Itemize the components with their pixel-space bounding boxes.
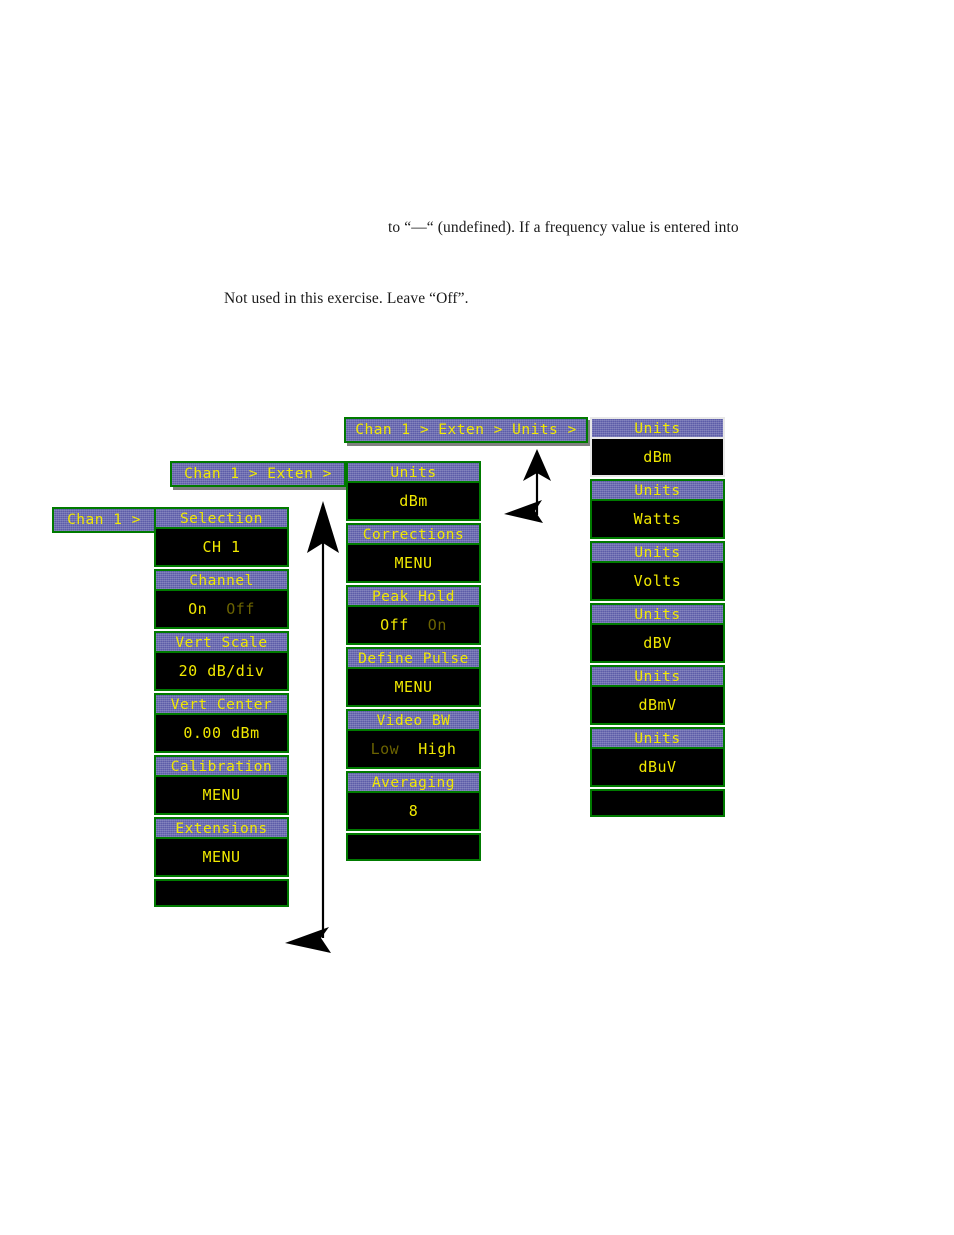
softkey-units-watts[interactable]: Units Watts [590, 479, 725, 539]
softkey-define-pulse[interactable]: Define Pulse MENU [346, 647, 481, 707]
softkey-vert-center-value: 0.00 dBm [156, 715, 287, 751]
flow-arrow-units-to-units-menu [504, 449, 551, 523]
softkey-channel[interactable]: Channel On Off [154, 569, 289, 629]
softkey-peak-hold-title: Peak Hold [348, 587, 479, 607]
breadcrumb-chan1-exten[interactable]: Chan 1 > Exten > [170, 461, 346, 487]
softkey-units-dbmv-value: dBmV [592, 687, 723, 723]
softkey-video-bw-value: Low High [348, 731, 479, 767]
softkey-units-watts-title: Units [592, 481, 723, 501]
softkey-units-volts[interactable]: Units Volts [590, 541, 725, 601]
breadcrumb-chan1[interactable]: Chan 1 > [52, 507, 156, 533]
document-paragraph-line-2: Not used in this exercise. Leave “Off”. [224, 290, 469, 307]
softkey-vert-scale[interactable]: Vert Scale 20 dB/div [154, 631, 289, 691]
breadcrumb-chan1-exten-units[interactable]: Chan 1 > Exten > Units > [344, 417, 588, 443]
toggle-option-high[interactable]: High [418, 740, 456, 758]
softkey-units-title: Units [348, 463, 479, 483]
softkey-blank-slot[interactable] [154, 879, 289, 907]
toggle-option-on[interactable]: On [188, 600, 207, 618]
softkey-selection-title: Selection [156, 509, 287, 529]
softkey-corrections-value: MENU [348, 545, 479, 581]
softkey-vert-scale-title: Vert Scale [156, 633, 287, 653]
softkey-extensions-value: MENU [156, 839, 287, 875]
softkey-blank-slot[interactable] [590, 789, 725, 817]
softkey-units-dbuv-title: Units [592, 729, 723, 749]
softkey-extensions[interactable]: Extensions MENU [154, 817, 289, 877]
softkey-calibration-value: MENU [156, 777, 287, 813]
softkey-units-dbv[interactable]: Units dBV [590, 603, 725, 663]
softkey-units-dbmv[interactable]: Units dBmV [590, 665, 725, 725]
softkey-units-dbm[interactable]: Units dBm [590, 417, 725, 477]
softkey-averaging-title: Averaging [348, 773, 479, 793]
softkey-units[interactable]: Units dBm [346, 461, 481, 521]
softkey-define-pulse-value: MENU [348, 669, 479, 705]
softkey-blank-slot[interactable] [346, 833, 481, 861]
softkey-units-dbm-value: dBm [592, 439, 723, 475]
toggle-option-on[interactable]: On [428, 616, 447, 634]
softkey-selection-value: CH 1 [156, 529, 287, 565]
flow-arrow-extensions-to-exten-menu [285, 501, 339, 953]
softkey-peak-hold-value: Off On [348, 607, 479, 643]
softkey-vert-scale-value: 20 dB/div [156, 653, 287, 689]
softkey-units-dbv-title: Units [592, 605, 723, 625]
softkey-units-watts-value: Watts [592, 501, 723, 537]
softkey-vert-center[interactable]: Vert Center 0.00 dBm [154, 693, 289, 753]
softkey-channel-title: Channel [156, 571, 287, 591]
softkey-units-dbm-title: Units [592, 419, 723, 439]
document-paragraph-line-1: to “—“ (undefined). If a frequency value… [388, 219, 739, 236]
softkey-units-dbuv-value: dBuV [592, 749, 723, 785]
toggle-option-low[interactable]: Low [371, 740, 400, 758]
softkey-units-value: dBm [348, 483, 479, 519]
softkey-units-dbmv-title: Units [592, 667, 723, 687]
softkey-units-dbv-value: dBV [592, 625, 723, 661]
softkey-define-pulse-title: Define Pulse [348, 649, 479, 669]
softkey-units-volts-value: Volts [592, 563, 723, 599]
softkey-extensions-title: Extensions [156, 819, 287, 839]
softkey-corrections-title: Corrections [348, 525, 479, 545]
softkey-peak-hold[interactable]: Peak Hold Off On [346, 585, 481, 645]
softkey-channel-value: On Off [156, 591, 287, 627]
softkey-selection[interactable]: Selection CH 1 [154, 507, 289, 567]
softkey-units-volts-title: Units [592, 543, 723, 563]
extensions-softkey-menu: Units dBm Corrections MENU Peak Hold Off… [346, 461, 481, 861]
softkey-calibration[interactable]: Calibration MENU [154, 755, 289, 815]
toggle-option-off[interactable]: Off [226, 600, 255, 618]
toggle-option-off[interactable]: Off [380, 616, 409, 634]
units-softkey-menu: Units dBm Units Watts Units Volts Units … [590, 417, 725, 817]
softkey-vert-center-title: Vert Center [156, 695, 287, 715]
softkey-averaging-value: 8 [348, 793, 479, 829]
softkey-corrections[interactable]: Corrections MENU [346, 523, 481, 583]
softkey-video-bw-title: Video BW [348, 711, 479, 731]
softkey-averaging[interactable]: Averaging 8 [346, 771, 481, 831]
channel-softkey-menu: Selection CH 1 Channel On Off Vert Scale… [154, 507, 289, 907]
softkey-video-bw[interactable]: Video BW Low High [346, 709, 481, 769]
softkey-calibration-title: Calibration [156, 757, 287, 777]
softkey-units-dbuv[interactable]: Units dBuV [590, 727, 725, 787]
